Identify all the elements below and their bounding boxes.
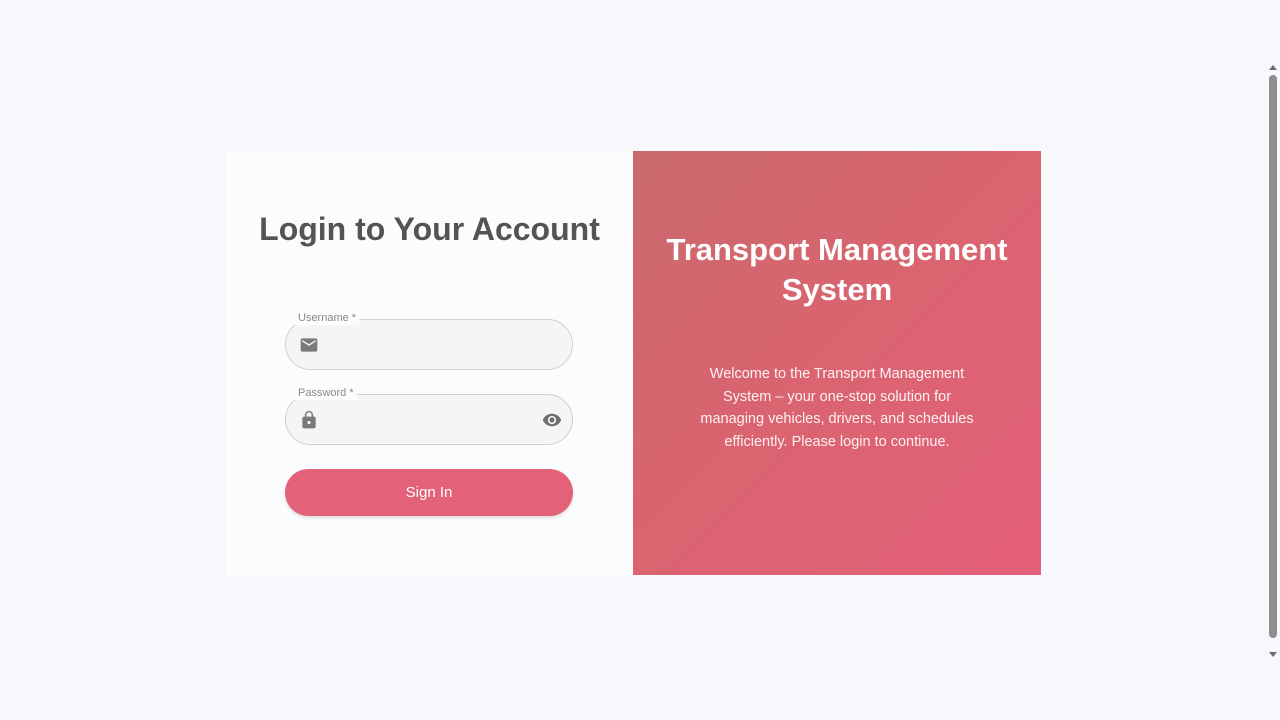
password-input[interactable] bbox=[330, 403, 534, 437]
scroll-down-arrow-icon[interactable] bbox=[1269, 652, 1277, 657]
username-input[interactable] bbox=[330, 328, 534, 362]
mail-icon bbox=[300, 338, 318, 352]
password-field[interactable]: Password * bbox=[285, 386, 573, 445]
login-card: Login to Your Account Username * Passwor… bbox=[226, 151, 1041, 575]
sign-in-button[interactable]: Sign In bbox=[285, 469, 573, 516]
lock-icon bbox=[302, 410, 316, 429]
scroll-up-arrow-icon[interactable] bbox=[1269, 65, 1277, 70]
info-description: Welcome to the Transport Management Syst… bbox=[700, 366, 974, 450]
username-field[interactable]: Username * bbox=[285, 311, 573, 370]
password-label: Password * bbox=[295, 386, 357, 400]
info-title: Transport Management System bbox=[666, 232, 1008, 307]
eye-icon[interactable] bbox=[541, 410, 563, 430]
info-panel: Transport Management System Welcome to t… bbox=[633, 151, 1041, 575]
login-panel: Login to Your Account Username * Passwor… bbox=[226, 151, 633, 575]
scrollbar-thumb[interactable] bbox=[1269, 75, 1277, 638]
login-title: Login to Your Account bbox=[259, 211, 600, 247]
page-scrollbar[interactable] bbox=[1266, 60, 1280, 660]
username-label: Username * bbox=[295, 311, 360, 325]
